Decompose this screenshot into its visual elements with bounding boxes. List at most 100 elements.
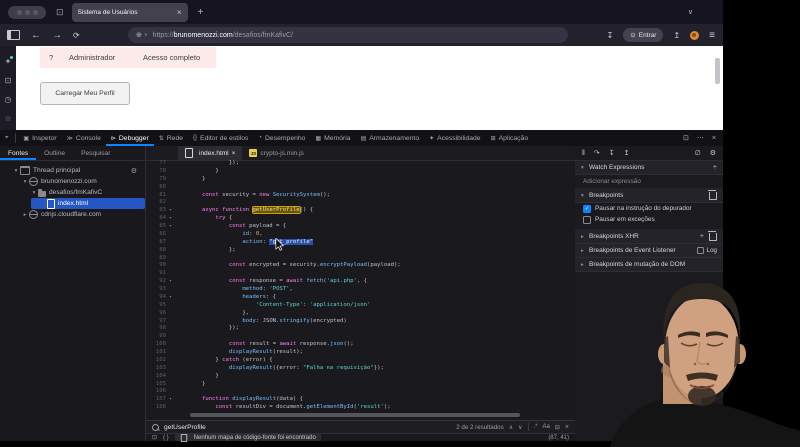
settings-gear-icon[interactable]: ⚙ [710, 149, 716, 157]
line-number[interactable]: 103 [146, 365, 166, 373]
code-line-91[interactable]: 91 [146, 270, 575, 278]
fold-arrow-icon[interactable]: ▾ [166, 215, 175, 223]
line-number[interactable]: 101 [146, 349, 166, 357]
step-out-icon[interactable]: ↥ [624, 149, 630, 157]
share-icon[interactable]: ↥ [673, 31, 680, 40]
browser-tab[interactable]: Sistema de Usuários × [72, 3, 188, 22]
tab-pesquisar[interactable]: Pesquisar [73, 146, 118, 160]
checkbox-checked-icon[interactable]: ✓ [583, 205, 591, 213]
code-view[interactable]: 77 });78 }79 }8081 const security = new … [146, 160, 575, 412]
search-input[interactable]: getUserProfile [164, 424, 206, 431]
code-line-85[interactable]: 85▾ const payload = { [146, 223, 575, 231]
devtools-tab-memória[interactable]: ▦Memória [310, 130, 355, 146]
list-tabs-icon[interactable]: ∨ [688, 8, 693, 16]
regex-toggle-icon[interactable]: .* [534, 424, 538, 430]
menu-icon[interactable]: ≡ [709, 30, 715, 41]
step-over-icon[interactable]: ↷ [594, 149, 600, 157]
devtools-tab-desempenho[interactable]: ◔Desempenho [253, 130, 310, 146]
tree-twisty-icon[interactable]: ▾ [21, 179, 29, 185]
devtools-tab-armazenamento[interactable]: ▤Armazenamento [356, 130, 425, 146]
tree-item-desafios-fmkafivc[interactable]: ▾desafios/fmKafivC [0, 187, 145, 198]
line-number[interactable]: 104 [146, 373, 166, 381]
tree-twisty-icon[interactable]: ▾ [30, 190, 38, 196]
tree-twisty-icon[interactable]: ▸ [21, 212, 29, 218]
code-line-77[interactable]: 77 }); [146, 160, 575, 168]
reload-icon[interactable]: ⟳ [73, 31, 80, 40]
devtools-tab-aplicação[interactable]: ⊞Aplicação [486, 130, 534, 146]
devtools-tab-pick-element[interactable]: ⌖ [0, 130, 13, 146]
sign-in-button[interactable]: ⊙ Entrar [623, 28, 663, 42]
sidebar-toggle-icon[interactable] [7, 30, 20, 40]
pretty-print-icon[interactable]: { } [163, 435, 169, 441]
code-line-87[interactable]: 87 action: "get_profile" [146, 239, 575, 247]
xhr-breakpoints-header[interactable]: ▸ Breakpoints XHR + [575, 230, 723, 244]
bookmarks-icon[interactable]: ☆ [4, 115, 11, 123]
code-line-94[interactable]: 94▾ headers: { [146, 294, 575, 302]
line-number[interactable]: 84 [146, 215, 166, 223]
code-line-97[interactable]: 97 body: JSON.stringify(encrypted) [146, 318, 575, 326]
fold-arrow-icon[interactable]: ▾ [166, 294, 175, 302]
code-line-105[interactable]: 105 } [146, 381, 575, 389]
more-options-icon[interactable]: ⋯ [697, 134, 704, 142]
firefox-view-icon[interactable]: ⊡ [56, 7, 64, 18]
line-number[interactable]: 87 [146, 239, 166, 247]
code-line-107[interactable]: 107▾ function displayResult(data) { [146, 396, 575, 404]
code-line-84[interactable]: 84▾ try { [146, 215, 575, 223]
code-line-108[interactable]: 108 const resultDiv = document.getElemen… [146, 404, 575, 412]
code-line-98[interactable]: 98 }); [146, 325, 575, 333]
devtools-tab-debugger[interactable]: ⊳Debugger [106, 130, 154, 146]
remove-breakpoints-icon[interactable] [709, 192, 717, 200]
line-number[interactable]: 106 [146, 388, 166, 396]
code-line-78[interactable]: 78 } [146, 168, 575, 176]
code-line-104[interactable]: 104 } [146, 373, 575, 381]
split-console-icon[interactable]: ⊡ [683, 134, 689, 142]
close-devtools-icon[interactable]: × [712, 135, 716, 142]
line-number[interactable]: 107 [146, 396, 166, 404]
line-number[interactable]: 81 [146, 192, 166, 200]
code-line-93[interactable]: 93 method: 'POST', [146, 286, 575, 294]
step-in-icon[interactable]: ↧ [609, 149, 615, 157]
line-number[interactable]: 108 [146, 404, 166, 412]
thread-settings-gear-icon[interactable]: ⚙ [131, 167, 137, 175]
line-number[interactable]: 88 [146, 247, 166, 255]
code-line-103[interactable]: 103 displayResult({error: "Falha na requ… [146, 365, 575, 373]
devtools-tab-acessibilidade[interactable]: ✦Acessibilidade [424, 130, 485, 146]
tree-twisty-icon[interactable]: ▾ [12, 168, 20, 174]
line-number[interactable]: 90 [146, 262, 166, 270]
code-line-81[interactable]: 81 const security = new SecuritySystem()… [146, 192, 575, 200]
code-line-95[interactable]: 95 'Content-Type': 'application/json' [146, 302, 575, 310]
line-number[interactable]: 95 [146, 302, 166, 310]
line-number[interactable]: 97 [146, 318, 166, 326]
fold-arrow-icon[interactable]: ▾ [166, 278, 175, 286]
tree-item-brunomenozzi-com[interactable]: ▾brunomenozzi.com [0, 176, 145, 187]
code-line-100[interactable]: 100 const result = await response.json()… [146, 341, 575, 349]
code-line-79[interactable]: 79 } [146, 176, 575, 184]
tree-item-index-html[interactable]: index.html [31, 198, 145, 209]
code-line-86[interactable]: 86 id: 0, [146, 231, 575, 239]
code-line-106[interactable]: 106 [146, 388, 575, 396]
devtools-tab-console[interactable]: ≫Console [62, 130, 106, 146]
line-number[interactable]: 105 [146, 381, 166, 389]
checkbox-unchecked-icon[interactable] [583, 216, 591, 224]
tree-item-thread-principal[interactable]: ▾Thread principal⚙ [0, 165, 145, 176]
devtools-tab-editor-de-estilos[interactable]: {}Editor de estilos [188, 130, 253, 146]
forward-icon[interactable]: → [52, 30, 62, 41]
code-line-99[interactable]: 99 [146, 333, 575, 341]
load-profile-button[interactable]: Carregar Meu Perfil [40, 82, 130, 105]
line-number[interactable]: 85 [146, 223, 166, 231]
tab-outline[interactable]: Outline [36, 146, 73, 160]
page-scrollbar[interactable] [715, 58, 720, 84]
code-line-88[interactable]: 88 }; [146, 247, 575, 255]
add-expression-input[interactable]: Adicionar expressão [575, 175, 723, 189]
pause-on-debugger-row[interactable]: ✓ Pausar na instrução do depurador [575, 203, 723, 214]
code-line-102[interactable]: 102 } catch (error) { [146, 357, 575, 365]
editor-hscrollbar[interactable] [146, 413, 575, 418]
editor-tab-crypto-js[interactable]: JS crypto-js.min.js [242, 146, 310, 160]
line-number[interactable]: 78 [146, 168, 166, 176]
add-xhr-breakpoint-icon[interactable]: + [700, 233, 704, 240]
extension-icon[interactable] [690, 31, 699, 40]
editor-tab-index-html[interactable]: index.html × [178, 146, 242, 160]
code-line-96[interactable]: 96 }, [146, 310, 575, 318]
back-icon[interactable]: ← [31, 30, 41, 41]
disable-breakpoints-icon[interactable]: ∅ [695, 149, 701, 157]
